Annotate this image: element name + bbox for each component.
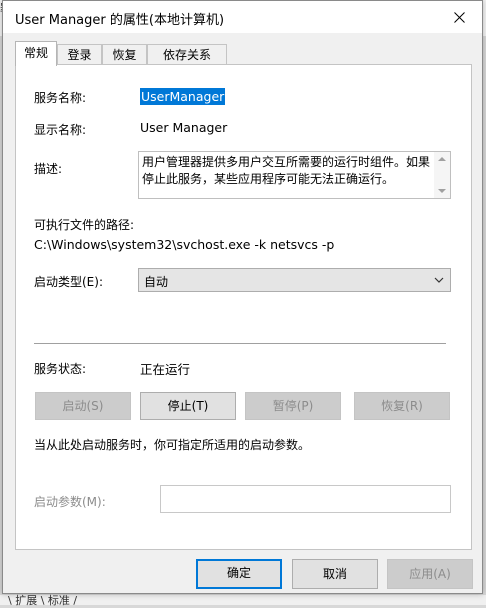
window-title: User Manager 的属性(本地计算机) — [15, 13, 225, 28]
display-name-label: 显示名称: — [34, 123, 87, 137]
exe-path-value[interactable]: C:\Windows\system32\svchost.exe -k netsv… — [34, 237, 334, 252]
tab-general[interactable]: 常规 — [15, 41, 57, 66]
description-label: 描述: — [34, 162, 63, 176]
service-status-label: 服务状态: — [34, 362, 87, 376]
close-button[interactable] — [436, 1, 482, 33]
service-name-label: 服务名称: — [34, 91, 87, 105]
ok-button[interactable]: 确定 — [196, 559, 282, 589]
service-status-value: 正在运行 — [140, 362, 191, 377]
apply-button[interactable]: 应用(A) — [387, 559, 473, 589]
startup-params-hint: 当从此处启动服务时，你可指定所适用的启动参数。 — [34, 438, 311, 452]
start-button[interactable]: 启动(S) — [35, 392, 131, 420]
description-scrollbar[interactable] — [434, 152, 450, 198]
general-tab-panel: 服务名称: UserManager 显示名称: User Manager 描述:… — [15, 64, 472, 550]
tab-recovery[interactable]: 恢复 — [102, 44, 147, 65]
scroll-down-icon[interactable] — [438, 189, 446, 193]
background-status-strip: \ 扩展 \ 标准 / — [0, 594, 486, 607]
description-box[interactable]: 用户管理器提供多用户交互所需要的运行时组件。如果停止此服务，某些应用程序可能无法… — [138, 151, 451, 199]
startup-type-select[interactable]: 自动 — [138, 268, 451, 292]
startup-params-label: 启动参数(M): — [34, 495, 106, 509]
service-name-value[interactable]: UserManager — [140, 88, 226, 105]
scroll-up-icon[interactable] — [438, 157, 446, 161]
separator — [34, 343, 446, 344]
cancel-button[interactable]: 取消 — [292, 559, 378, 589]
properties-dialog: User Manager 的属性(本地计算机) 常规 登录 恢复 依存关系 服务… — [2, 0, 483, 594]
resume-button[interactable]: 恢复(R) — [354, 392, 450, 420]
title-bar[interactable]: User Manager 的属性(本地计算机) — [3, 1, 482, 33]
background-tabs-text: \ 扩展 \ 标准 / — [8, 594, 78, 607]
description-text: 用户管理器提供多用户交互所需要的运行时组件。如果停止此服务，某些应用程序可能无法… — [142, 155, 431, 186]
tab-logon[interactable]: 登录 — [57, 44, 102, 65]
exe-path-label: 可执行文件的路径: — [34, 218, 135, 232]
tab-dependencies[interactable]: 依存关系 — [147, 44, 227, 65]
startup-type-label: 启动类型(E): — [34, 275, 103, 289]
stop-button[interactable]: 停止(T) — [140, 392, 236, 420]
close-icon — [453, 11, 465, 23]
startup-type-value: 自动 — [144, 275, 169, 289]
chevron-down-icon — [434, 277, 444, 283]
startup-params-input[interactable] — [160, 485, 451, 513]
display-name-value[interactable]: User Manager — [140, 120, 227, 135]
pause-button[interactable]: 暂停(P) — [245, 392, 341, 420]
